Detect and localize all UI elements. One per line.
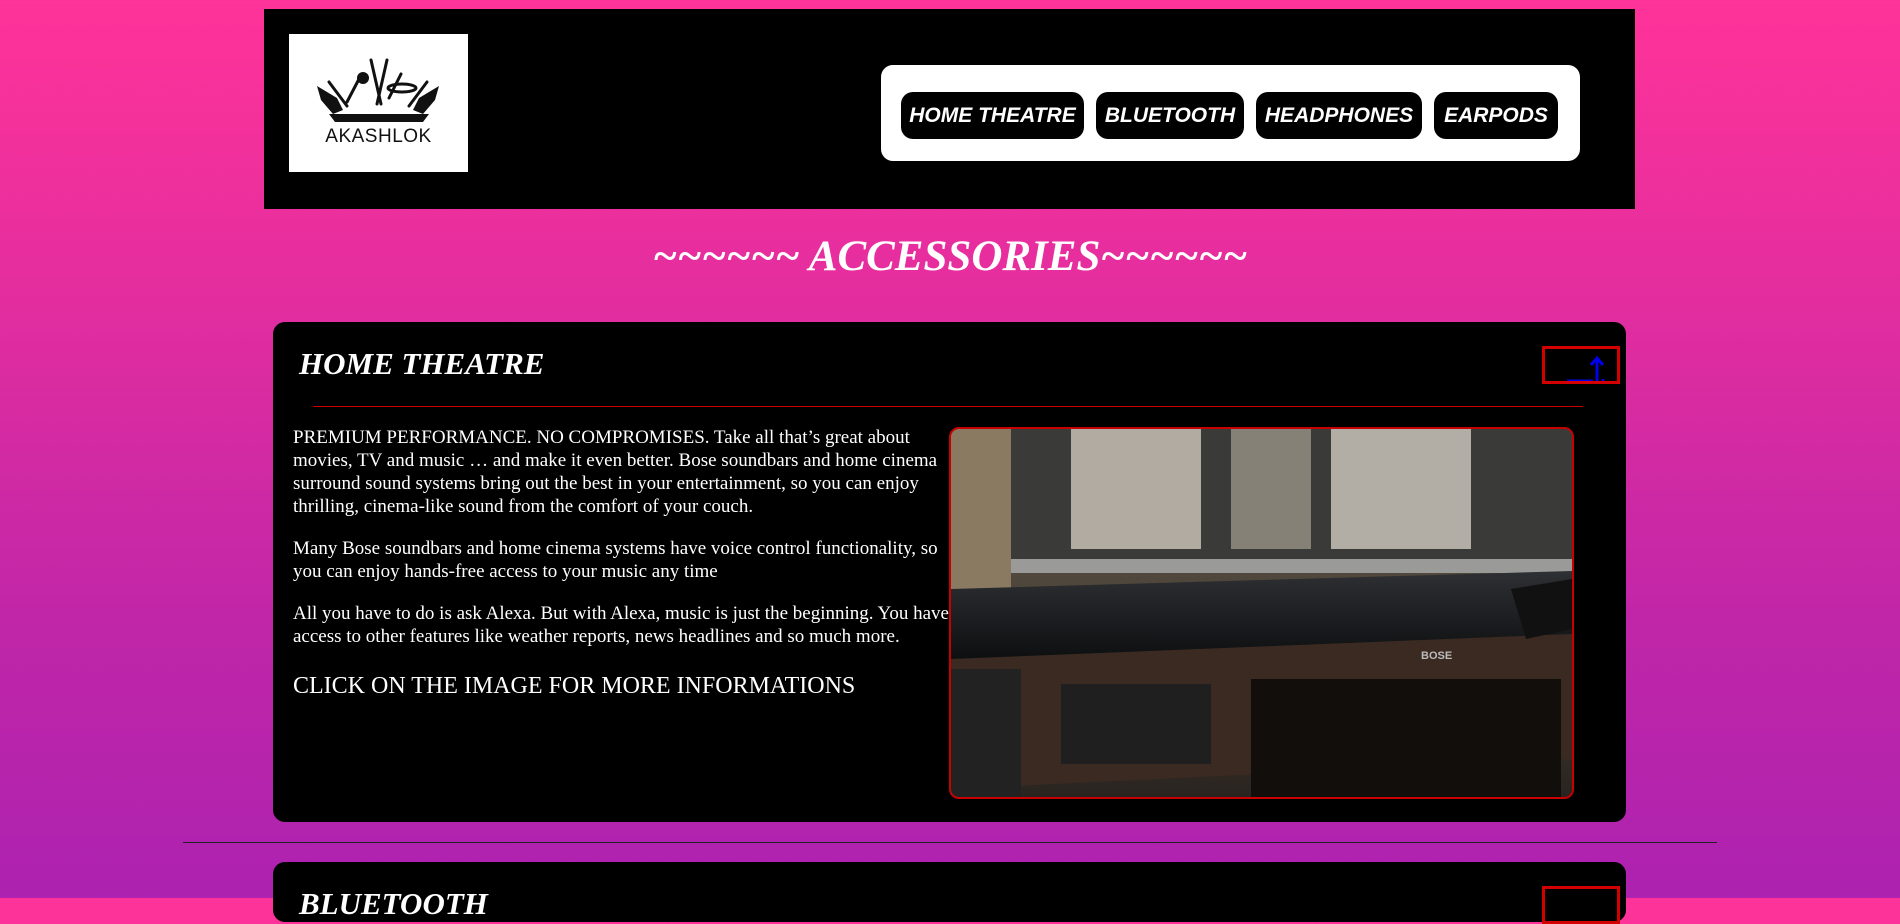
paragraph: All you have to do is ask Alexa. But wit… (293, 603, 949, 647)
page-title: ~~~~~~ ACCESSORIES~~~~~~ (652, 233, 1248, 280)
brand-label: BOSE (1421, 650, 1452, 662)
paragraph: Many Bose soundbars and home cinema syst… (293, 538, 938, 582)
back-to-top-link[interactable] (1542, 886, 1620, 924)
paragraph: PREMIUM PERFORMANCE. NO COMPROMISES. Tak… (293, 427, 938, 517)
nav-bluetooth-button[interactable]: BLUETOOTH (1096, 92, 1244, 139)
arrow-up-icon (1567, 355, 1605, 381)
cta-text: CLICK ON THE IMAGE FOR MORE INFORMATIONS (293, 673, 856, 699)
bluetooth-section: BLUETOOTH (273, 862, 1626, 924)
section-divider (313, 406, 1583, 407)
main-nav: HOME THEATRE BLUETOOTH HEADPHONES EARPOD… (881, 65, 1580, 161)
section-description: PREMIUM PERFORMANCE. NO COMPROMISES. Tak… (293, 426, 953, 719)
soundbar-photo: BOSE (951, 429, 1572, 797)
section-separator (183, 842, 1717, 843)
site-header: AKASHLOK HOME THEATRE BLUETOOTH HEADPHON… (264, 9, 1635, 209)
site-logo[interactable]: AKASHLOK (289, 34, 468, 172)
logo-text: AKASHLOK (325, 126, 432, 147)
nav-earpods-button[interactable]: EARPODS (1434, 92, 1558, 139)
section-title: BLUETOOTH (299, 886, 488, 921)
section-title: HOME THEATRE (299, 346, 545, 381)
nav-home-theatre-button[interactable]: HOME THEATRE (901, 92, 1084, 139)
home-theatre-section: HOME THEATRE PREMIUM PERFORMANCE. NO COM… (273, 322, 1626, 822)
back-to-top-link[interactable] (1542, 346, 1620, 384)
music-instruments-icon (317, 58, 439, 122)
soundbar-product-image[interactable]: BOSE (949, 427, 1574, 799)
nav-headphones-button[interactable]: HEADPHONES (1256, 92, 1422, 139)
